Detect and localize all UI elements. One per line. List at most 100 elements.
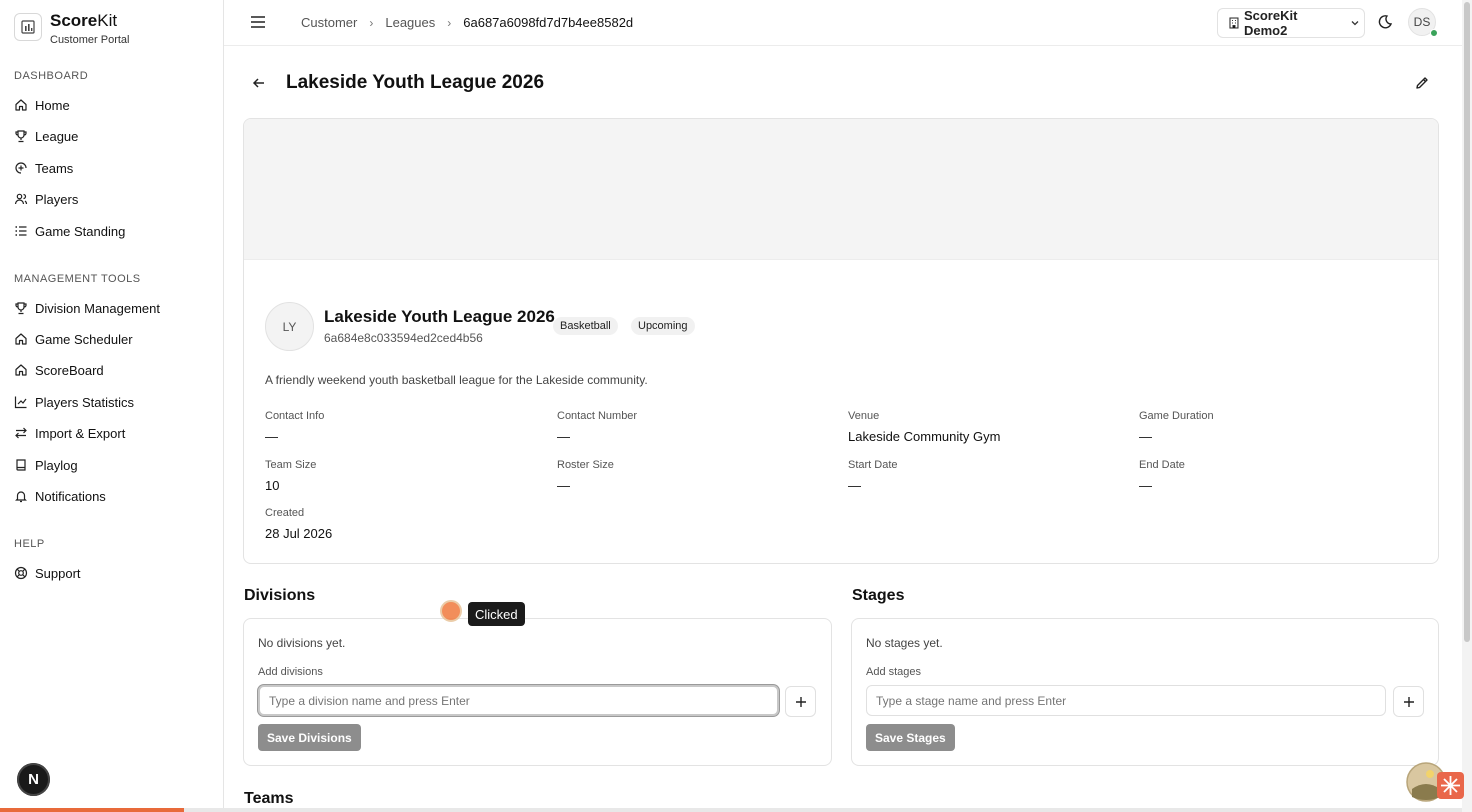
bell-icon xyxy=(15,491,27,503)
brand[interactable]: ScoreKit Customer Portal xyxy=(14,11,129,46)
sidebar-item-support[interactable]: Support xyxy=(14,561,210,585)
league-name: Lakeside Youth League 2026 xyxy=(324,307,555,326)
sidebar-item-label: Import & Export xyxy=(35,425,126,441)
field-value: Lakeside Community Gym xyxy=(848,429,1001,444)
section-label-dashboard: DASHBOARD xyxy=(14,70,89,82)
field-value: — xyxy=(265,429,278,444)
breadcrumb-customer[interactable]: Customer xyxy=(301,15,357,30)
scrollbar-thumb[interactable] xyxy=(1464,2,1470,642)
field-label: Venue xyxy=(848,410,880,422)
sidebar-item-label: Game Scheduler xyxy=(35,331,133,347)
loading-progress-bar xyxy=(0,808,184,812)
stage-name-input[interactable] xyxy=(866,685,1386,716)
sidebar: ScoreKit Customer Portal DASHBOARD Home … xyxy=(0,0,224,812)
players-icon xyxy=(14,193,28,205)
field-label: End Date xyxy=(1139,459,1185,471)
chevron-right-icon: › xyxy=(369,15,374,30)
sidebar-item-division-management[interactable]: Division Management xyxy=(14,296,210,320)
field-value: — xyxy=(557,429,570,444)
chart-logo-icon xyxy=(14,13,42,41)
field-value: — xyxy=(1139,429,1152,444)
section-label-help: HELP xyxy=(14,538,45,550)
teams-icon xyxy=(15,162,27,174)
online-status-dot xyxy=(1430,29,1438,37)
field-label: Contact Info xyxy=(265,410,325,422)
breadcrumb: Customer › Leagues › 6a687a6098fd7d7b4ee… xyxy=(301,15,633,30)
sidebar-item-home[interactable]: Home xyxy=(14,93,210,117)
sidebar-item-label: Notifications xyxy=(35,488,106,504)
sidebar-item-label: Teams xyxy=(35,160,74,176)
sidebar-item-players[interactable]: Players xyxy=(14,187,210,211)
field-value: 28 Jul 2026 xyxy=(265,526,333,541)
plus-icon xyxy=(795,696,806,707)
sidebar-item-label: Support xyxy=(35,565,81,581)
sidebar-item-label: Playlog xyxy=(35,457,78,473)
user-initials: DS xyxy=(1413,15,1431,29)
brand-name: ScoreKit xyxy=(50,11,118,30)
lifebuoy-icon xyxy=(14,566,28,580)
page-title: Lakeside Youth League 2026 xyxy=(286,72,545,93)
sport-badge: Basketball xyxy=(553,317,618,335)
top-bar: Customer › Leagues › 6a687a6098fd7d7b4ee… xyxy=(224,0,1462,46)
click-tooltip: Clicked xyxy=(468,602,525,626)
field-label: Game Duration xyxy=(1139,410,1214,422)
sidebar-item-import-export[interactable]: Import & Export xyxy=(14,421,210,445)
add-division-button[interactable] xyxy=(785,686,816,717)
user-avatar[interactable]: DS xyxy=(1408,8,1438,37)
league-banner xyxy=(244,119,1438,260)
sidebar-item-label: Players Statistics xyxy=(35,394,134,410)
sidebar-item-label: Division Management xyxy=(35,300,161,316)
sidebar-item-teams[interactable]: Teams xyxy=(14,156,210,180)
devtools-badge[interactable]: N xyxy=(17,763,50,796)
sidebar-item-game-scheduler[interactable]: Game Scheduler xyxy=(14,327,210,351)
home-icon xyxy=(15,99,27,111)
click-marker xyxy=(440,600,462,622)
building-icon xyxy=(1229,17,1239,29)
back-arrow-icon[interactable] xyxy=(251,75,267,91)
field-label: Created xyxy=(265,507,305,519)
teams-title: Teams xyxy=(244,790,294,807)
league-id: 6a684e8c033594ed2ced4b56 xyxy=(324,331,483,345)
scrollbar[interactable] xyxy=(1462,0,1472,812)
league-details-card: LY Lakeside Youth League 2026 6a684e8c03… xyxy=(243,118,1439,564)
add-divisions-label: Add divisions xyxy=(258,666,323,678)
sidebar-item-players-statistics[interactable]: Players Statistics xyxy=(14,390,210,414)
swap-icon xyxy=(15,427,27,439)
sidebar-item-label: League xyxy=(35,128,79,144)
save-divisions-button[interactable]: Save Divisions xyxy=(258,724,361,751)
divisions-empty-text: No divisions yet. xyxy=(258,636,346,650)
trophy-icon xyxy=(15,302,27,315)
field-value: — xyxy=(848,478,861,493)
sidebar-item-scoreboard[interactable]: ScoreBoard xyxy=(14,358,210,382)
home-icon xyxy=(15,364,27,376)
organization-select[interactable]: ScoreKit Demo2 xyxy=(1217,8,1365,38)
sidebar-item-notifications[interactable]: Notifications xyxy=(14,484,210,508)
stages-card: No stages yet. Add stages Save Stages xyxy=(851,618,1439,766)
stages-title: Stages xyxy=(852,587,905,604)
breadcrumb-current: 6a687a6098fd7d7b4ee8582d xyxy=(463,15,634,30)
division-name-input[interactable] xyxy=(258,685,779,716)
field-value: 10 xyxy=(265,478,280,493)
sidebar-item-league[interactable]: League xyxy=(14,124,210,148)
add-stage-button[interactable] xyxy=(1393,686,1424,717)
chart-icon xyxy=(14,396,27,409)
field-label: Team Size xyxy=(265,459,317,471)
brand-subtitle: Customer Portal xyxy=(50,34,130,46)
menu-icon[interactable] xyxy=(250,14,266,30)
divisions-card: No divisions yet. Add divisions Save Div… xyxy=(243,618,832,766)
sidebar-item-playlog[interactable]: Playlog xyxy=(14,453,210,477)
chevron-right-icon: › xyxy=(447,15,452,30)
field-label: Roster Size xyxy=(557,459,614,471)
save-stages-button[interactable]: Save Stages xyxy=(866,724,955,751)
trophy-icon xyxy=(15,130,27,143)
pencil-icon[interactable] xyxy=(1414,75,1430,91)
sidebar-item-game-standing[interactable]: Game Standing xyxy=(14,219,210,243)
add-stages-label: Add stages xyxy=(866,666,922,678)
assistant-widget-icon[interactable] xyxy=(1406,761,1466,803)
moon-icon[interactable] xyxy=(1377,14,1393,30)
organization-name: ScoreKit Demo2 xyxy=(1243,8,1298,38)
book-icon xyxy=(16,459,26,471)
loading-progress-track xyxy=(184,808,1462,812)
stages-empty-text: No stages yet. xyxy=(866,636,943,650)
breadcrumb-leagues[interactable]: Leagues xyxy=(385,15,435,30)
